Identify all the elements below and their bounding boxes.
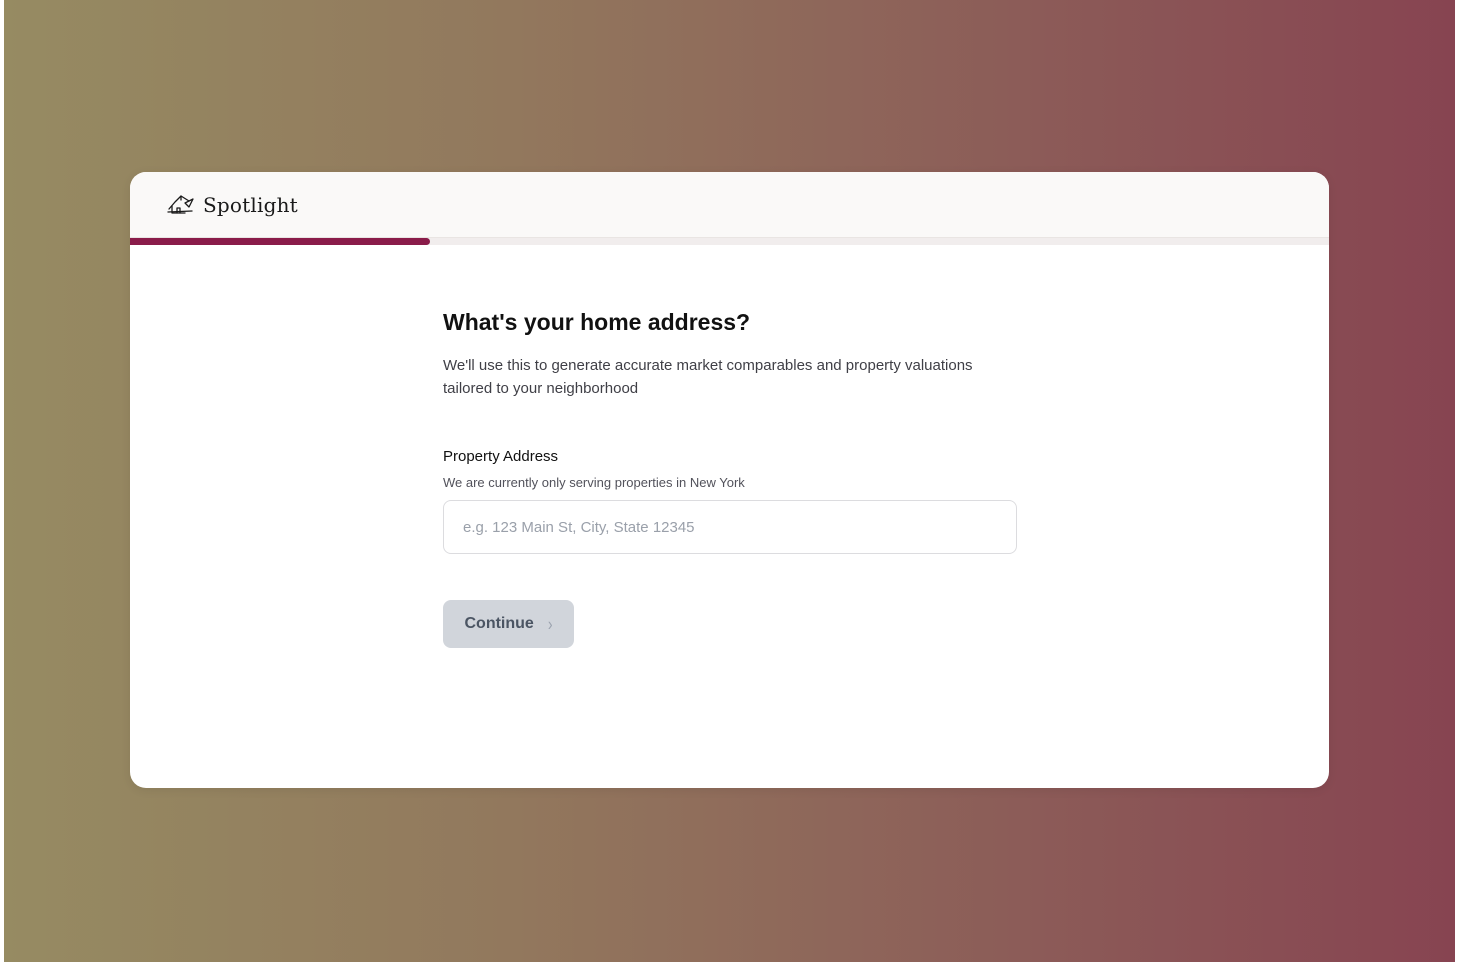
card-header: Spotlight <box>130 172 1329 238</box>
address-field-hint: We are currently only serving properties… <box>443 475 745 490</box>
address-input[interactable] <box>443 500 1017 554</box>
chevron-right-icon: › <box>547 613 553 635</box>
address-field-label: Property Address <box>443 448 559 465</box>
onboarding-card: Spotlight What's your home address? We'l… <box>130 172 1329 788</box>
step-description: We'll use this to generate accurate mark… <box>443 357 973 397</box>
form-content: What's your home address? We'll use this… <box>443 308 1023 648</box>
continue-button[interactable]: Continue › <box>443 600 574 648</box>
continue-button-label: Continue <box>464 615 534 632</box>
progress-fill <box>130 238 430 245</box>
brand-name: Spotlight <box>203 192 298 217</box>
house-logo-icon <box>167 194 195 216</box>
step-question: What's your home address? <box>443 309 751 335</box>
progress-bar <box>130 238 1329 245</box>
